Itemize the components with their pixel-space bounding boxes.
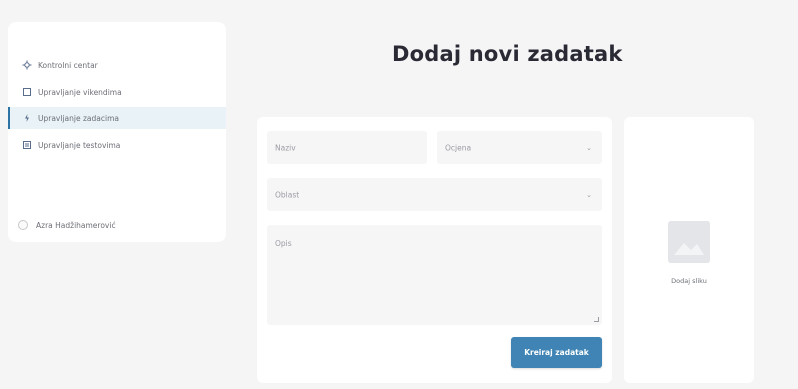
description-textarea[interactable]: Opis [267, 225, 602, 325]
chevron-down-icon: ⌄ [586, 143, 592, 152]
sidebar-item-zadaci[interactable]: Upravljanje zadacima [8, 107, 226, 129]
sidebar-item-label: Upravljanje zadacima [38, 113, 119, 123]
description-placeholder: Opis [275, 239, 292, 248]
user-name: Azra Hadžihamerović [36, 220, 116, 230]
sidebar-item-vikendi[interactable]: Upravljanje vikendima [8, 81, 226, 103]
tests-icon [22, 140, 32, 150]
chevron-down-icon: ⌄ [586, 190, 592, 199]
sidebar-item-label: Upravljanje vikendima [38, 87, 122, 97]
image-placeholder-icon[interactable] [668, 221, 710, 263]
image-upload-card: Dodaj sliku [624, 117, 754, 383]
create-task-button[interactable]: Kreiraj zadatak [511, 337, 602, 368]
user-profile[interactable]: Azra Hadžihamerović [18, 220, 116, 230]
area-placeholder: Oblast [275, 190, 300, 199]
sidebar-item-testovi[interactable]: Upravljanje testovima [8, 134, 226, 156]
sidebar: Kontrolni centar Upravljanje vikendima U… [8, 22, 226, 242]
grade-select[interactable]: Ocjena ⌄ [437, 131, 602, 164]
calendar-icon [22, 87, 32, 97]
name-input[interactable]: Naziv [267, 131, 427, 164]
name-placeholder: Naziv [275, 143, 296, 152]
dashboard-icon [22, 60, 32, 70]
sidebar-item-label: Upravljanje testovima [38, 140, 121, 150]
grade-placeholder: Ocjena [445, 143, 472, 152]
sidebar-item-kontrolni-centar[interactable]: Kontrolni centar [8, 54, 226, 76]
add-image-label[interactable]: Dodaj sliku [624, 277, 754, 285]
resize-handle-icon[interactable] [594, 317, 599, 322]
sidebar-item-label: Kontrolni centar [38, 60, 98, 70]
tasks-icon [22, 113, 32, 123]
avatar [18, 220, 28, 230]
page-title: Dodaj novi zadatak [392, 42, 623, 66]
area-select[interactable]: Oblast ⌄ [267, 178, 602, 211]
